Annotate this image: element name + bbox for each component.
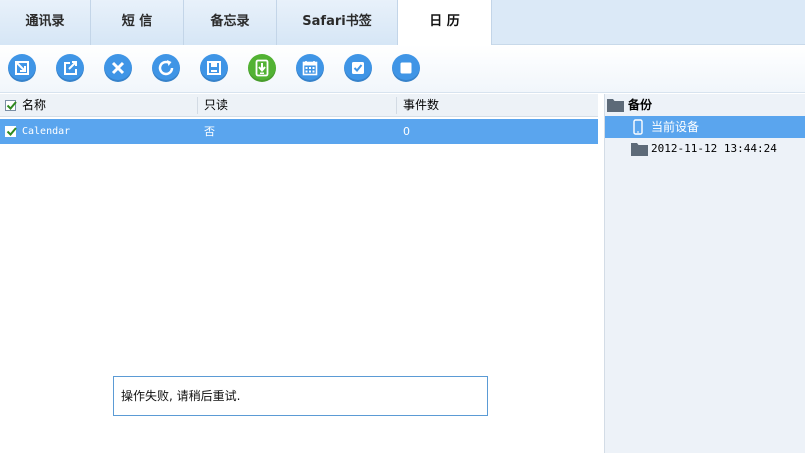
install-to-device-icon [255,59,269,77]
install-to-device-button[interactable] [248,54,276,82]
select-all-icon [352,62,364,74]
cell-name: Calendar [22,126,71,137]
folder-icon [607,99,624,112]
export-button[interactable] [56,54,84,82]
select-all-checkbox[interactable] [5,100,17,111]
phone-icon [633,119,643,135]
import-button[interactable] [8,54,36,82]
tab-notes[interactable]: 备忘录 [184,0,277,45]
toolbar [0,45,805,93]
column-header-name[interactable]: 名称 [22,94,46,117]
save-icon [207,61,221,75]
tab-safari-bookmarks[interactable]: Safari书签 [277,0,398,45]
refresh-button[interactable] [152,54,180,82]
backup-item-label: 当前设备 [651,120,700,134]
check-icon [6,101,17,110]
check-icon [6,127,17,136]
table-header: 名称 只读 事件数 [0,94,598,117]
delete-button[interactable] [104,54,132,82]
refresh-icon [158,60,174,76]
column-header-readonly[interactable]: 只读 [204,94,228,117]
tab-bar: 通讯录 短 信 备忘录 Safari书签 日 历 [0,0,805,46]
folder-icon [631,143,648,156]
save-button[interactable] [200,54,228,82]
row-checkbox[interactable] [5,126,17,137]
tab-calendar[interactable]: 日 历 [398,0,492,46]
table-row[interactable]: Calendar 否 0 [0,119,598,144]
export-icon [64,61,77,75]
calendar-button[interactable] [296,54,324,82]
backup-panel: 备份 当前设备 2012-11-12 13:44:24 [604,94,805,453]
column-header-events[interactable]: 事件数 [403,94,439,117]
delete-icon [111,61,125,75]
error-message-text: 操作失败, 请稍后重试. [121,389,241,403]
column-divider [396,97,397,114]
backup-item-label: 2012-11-12 13:44:24 [651,142,777,155]
cell-readonly: 否 [204,125,215,138]
cell-events: 0 [403,125,410,138]
stop-icon [400,62,412,74]
tab-sms[interactable]: 短 信 [91,0,184,45]
select-all-button[interactable] [344,54,372,82]
backup-header[interactable]: 备份 [605,94,805,116]
error-message-box: 操作失败, 请稍后重试. [113,376,488,416]
backup-item-current-device[interactable]: 当前设备 [605,116,805,138]
calendar-icon [302,61,318,76]
import-icon [15,61,29,75]
column-divider [197,97,198,114]
backup-title: 备份 [628,98,653,112]
backup-item-snapshot[interactable]: 2012-11-12 13:44:24 [605,138,805,160]
stop-button[interactable] [392,54,420,82]
tab-contacts[interactable]: 通讯录 [0,0,91,45]
